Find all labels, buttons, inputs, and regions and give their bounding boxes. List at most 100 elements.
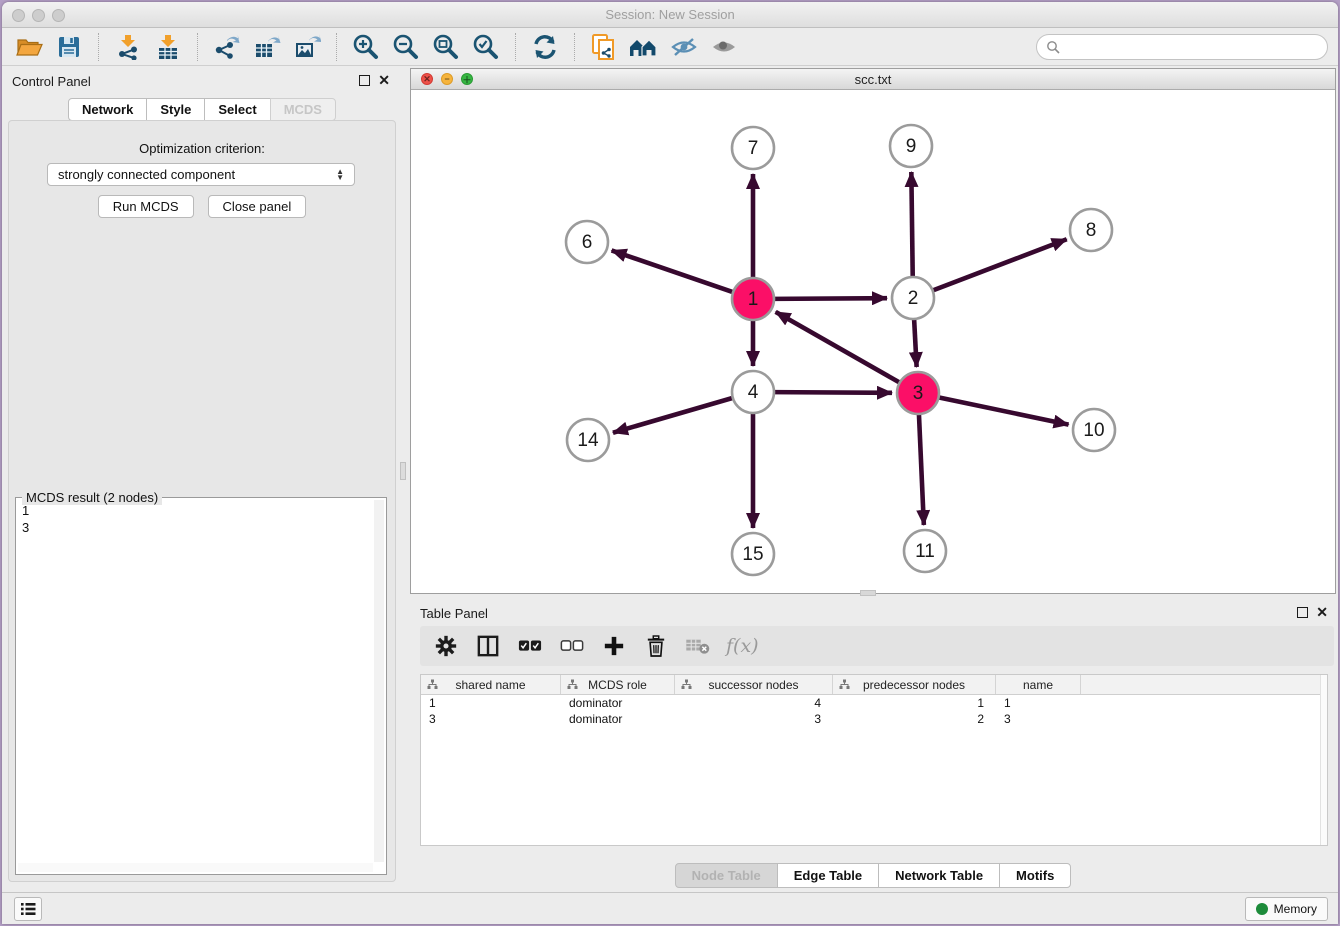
task-history-button[interactable] (14, 897, 42, 921)
export-network-button[interactable] (210, 31, 244, 63)
table-vertical-scrollbar[interactable] (1320, 675, 1327, 845)
graph-node-label: 3 (913, 383, 924, 404)
function-builder-button[interactable]: f(x) (726, 632, 759, 660)
dropdown-stepper-icon: ▲▼ (336, 169, 344, 180)
column-header[interactable]: MCDS role (561, 675, 675, 694)
toolbar-separator (336, 33, 337, 61)
delete-column-button[interactable] (642, 632, 670, 660)
tab-select[interactable]: Select (204, 98, 270, 121)
graph-edge-3-11[interactable] (919, 414, 924, 525)
column-header[interactable]: predecessor nodes (833, 675, 996, 694)
column-header[interactable]: shared name (421, 675, 561, 694)
criterion-dropdown[interactable]: strongly connected component ▲▼ (47, 163, 355, 186)
tab-node-table[interactable]: Node Table (675, 863, 778, 888)
export-table-button[interactable] (250, 31, 284, 63)
import-network-button[interactable] (111, 31, 145, 63)
tab-style[interactable]: Style (146, 98, 205, 121)
horizontal-splitter-grip[interactable] (860, 590, 876, 596)
graph-edge-3-10[interactable] (939, 397, 1069, 424)
delete-table-icon (685, 637, 711, 655)
select-all-rows-button[interactable] (516, 632, 544, 660)
function-icon: f(x) (726, 635, 759, 657)
graph-edge-4-3[interactable] (774, 392, 892, 393)
table-cell[interactable]: dominator (561, 711, 675, 727)
close-table-panel-icon[interactable]: ✕ (1316, 604, 1328, 620)
show-all-button[interactable] (707, 31, 741, 63)
zoom-out-icon (392, 33, 420, 61)
add-column-button[interactable] (600, 632, 628, 660)
mcds-result-lines: 1 3 (18, 500, 373, 862)
table-cell[interactable]: 2 (833, 711, 996, 727)
import-table-button[interactable] (151, 31, 185, 63)
graph-node-label: 7 (748, 138, 759, 159)
table-row[interactable]: 3dominator323 (421, 711, 1327, 727)
hide-selected-button[interactable] (667, 31, 701, 63)
column-header[interactable]: successor nodes (675, 675, 833, 694)
delete-table-button[interactable] (684, 632, 712, 660)
table-cell[interactable]: 3 (421, 711, 561, 727)
close-panel-icon[interactable]: ✕ (378, 72, 390, 88)
tab-mcds[interactable]: MCDS (270, 98, 336, 121)
zoom-selected-button[interactable] (469, 31, 503, 63)
graph-edge-1-2[interactable] (774, 298, 887, 299)
toolbar-separator (515, 33, 516, 61)
table-cell[interactable]: 4 (675, 695, 833, 711)
search-box[interactable] (1036, 34, 1328, 60)
tab-network[interactable]: Network (68, 98, 147, 121)
table-cell[interactable]: 1 (421, 695, 561, 711)
float-table-panel-icon[interactable] (1297, 607, 1308, 618)
mcds-result-box: MCDS result (2 nodes) 1 3 (15, 497, 387, 875)
tab-edge-table[interactable]: Edge Table (777, 863, 879, 888)
titlebar: Session: New Session (2, 2, 1338, 28)
tab-motifs[interactable]: Motifs (999, 863, 1071, 888)
deselect-all-rows-button[interactable] (558, 632, 586, 660)
result-vertical-scrollbar[interactable] (374, 500, 384, 862)
column-header[interactable]: name (996, 675, 1081, 694)
list-icon (20, 902, 36, 916)
graph-node-label: 1 (748, 289, 759, 310)
table-settings-button[interactable] (432, 632, 460, 660)
network-canvas[interactable]: 7968124314101511 (411, 90, 1335, 593)
result-horizontal-scrollbar[interactable] (18, 863, 373, 872)
table-cell[interactable]: 1 (996, 695, 1081, 711)
table-cell[interactable]: 1 (833, 695, 996, 711)
table-cell[interactable]: 3 (675, 711, 833, 727)
table-cell[interactable]: dominator (561, 695, 675, 711)
graph-edge-3-1[interactable] (776, 312, 900, 383)
graph-edge-1-6[interactable] (612, 250, 734, 292)
table-row[interactable]: 1dominator411 (421, 695, 1327, 711)
mcds-panel: Optimization criterion: strongly connect… (8, 120, 396, 882)
graph-edge-2-3[interactable] (914, 319, 917, 367)
export-image-button[interactable] (290, 31, 324, 63)
graph-edge-2-8[interactable] (933, 239, 1067, 290)
memory-button[interactable]: Memory (1245, 897, 1328, 921)
first-neighbors-button[interactable] (627, 31, 661, 63)
close-panel-button[interactable]: Close panel (208, 195, 307, 218)
save-session-button[interactable] (52, 31, 86, 63)
graph-edge-4-14[interactable] (613, 398, 733, 433)
table-cell[interactable]: 3 (996, 711, 1081, 727)
column-sort-icon (427, 679, 438, 690)
toggle-columns-button[interactable] (474, 632, 502, 660)
search-input[interactable] (1065, 39, 1318, 54)
duplicate-network-button[interactable] (587, 31, 621, 63)
zoom-fit-button[interactable] (429, 31, 463, 63)
zoom-in-button[interactable] (349, 31, 383, 63)
table-toolbar: f(x) (420, 626, 1334, 666)
houses-icon (628, 35, 660, 59)
graph-edge-2-9[interactable] (911, 172, 912, 277)
graph-node-label: 6 (582, 232, 593, 253)
run-mcds-button[interactable]: Run MCDS (98, 195, 194, 218)
vertical-splitter-grip[interactable] (400, 462, 406, 480)
import-network-icon (115, 34, 141, 60)
tab-network-table[interactable]: Network Table (878, 863, 1000, 888)
main-toolbar (2, 28, 1338, 66)
refresh-icon (531, 34, 559, 60)
unchecked-boxes-icon (560, 639, 584, 653)
network-window-title: scc.txt (411, 72, 1335, 87)
float-panel-icon[interactable] (359, 75, 370, 86)
open-session-button[interactable] (12, 31, 46, 63)
refresh-layout-button[interactable] (528, 31, 562, 63)
network-window-titlebar[interactable]: ✕ − ＋ scc.txt (411, 69, 1335, 90)
zoom-out-button[interactable] (389, 31, 423, 63)
